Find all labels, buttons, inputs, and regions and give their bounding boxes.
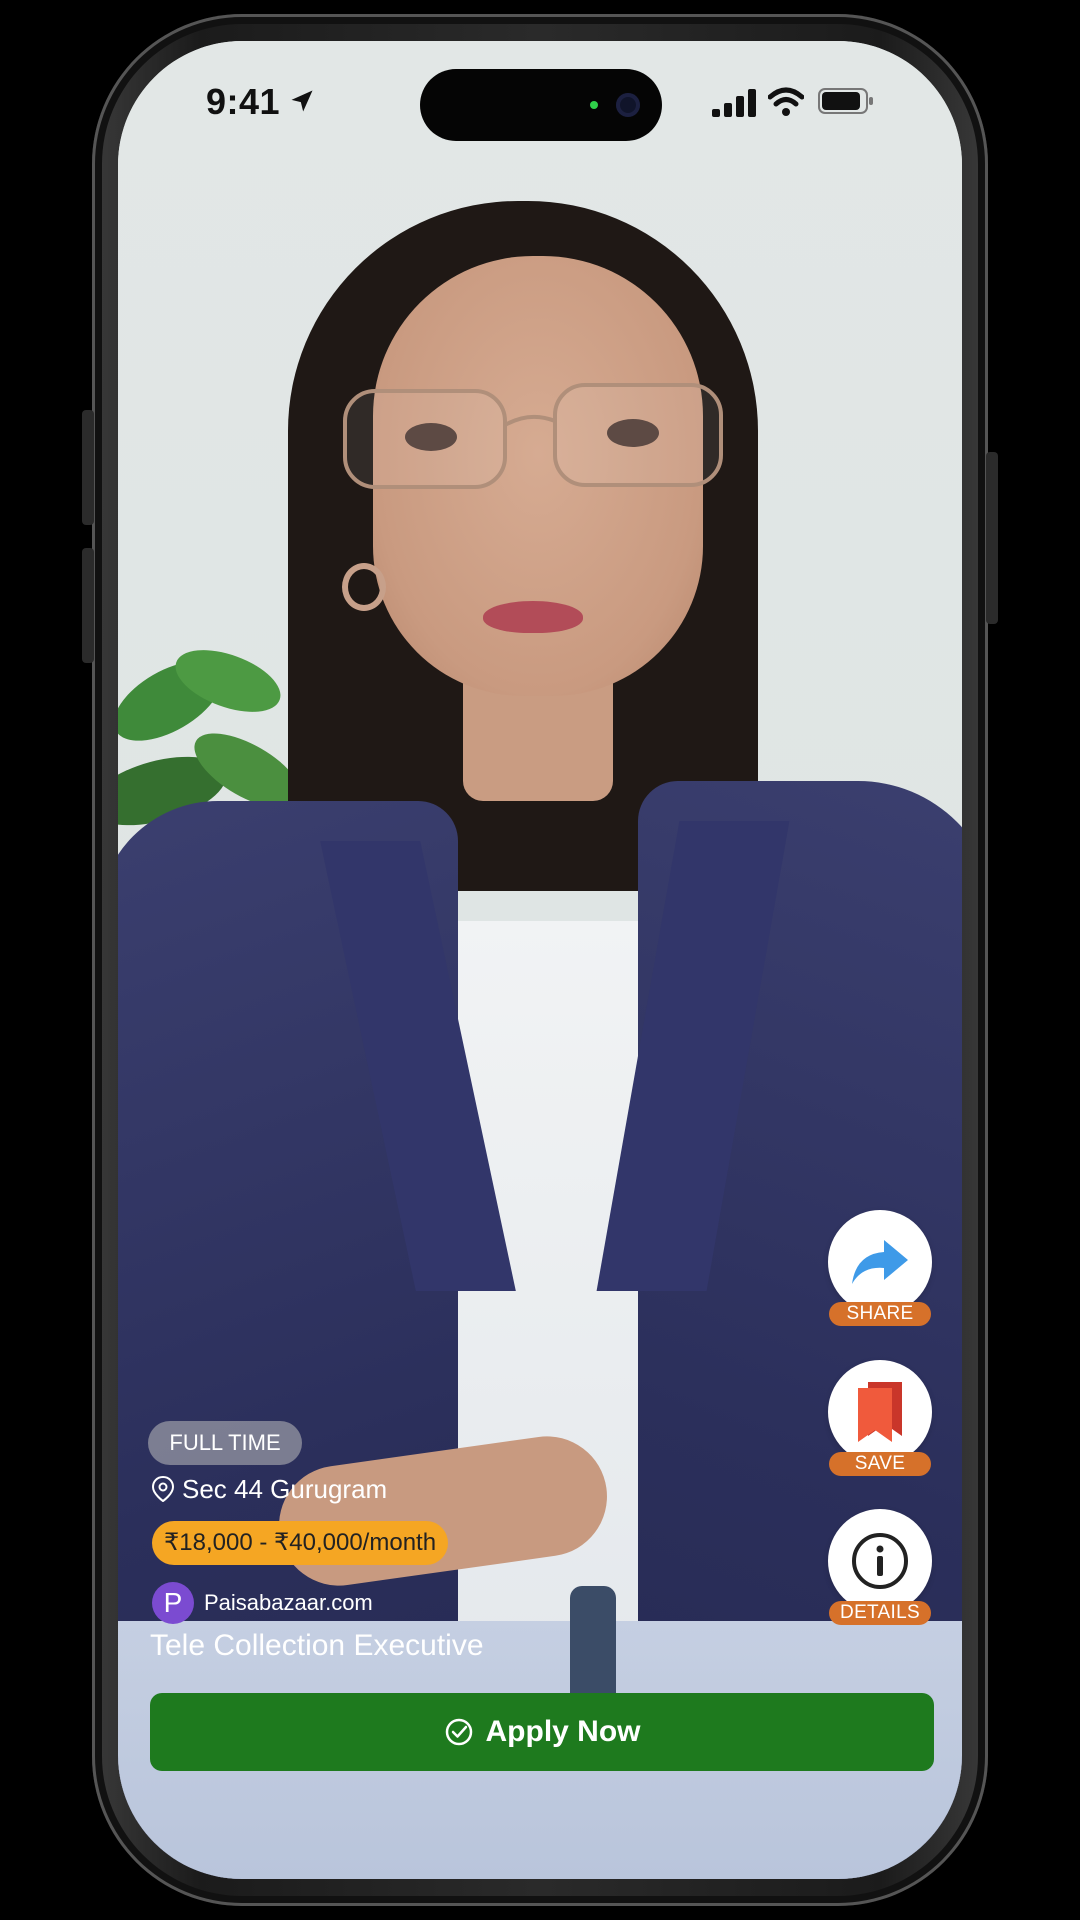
home-indicator[interactable]: [440, 1847, 640, 1855]
status-bar: 9:41: [118, 41, 962, 161]
salary-chip: ₹18,000 - ₹40,000/month: [152, 1521, 449, 1565]
share-label: SHARE: [829, 1302, 931, 1326]
wifi-icon: [768, 87, 804, 116]
bookmark-icon: [858, 1382, 902, 1442]
details-action[interactable]: DETAILS: [828, 1509, 932, 1625]
details-label: DETAILS: [829, 1601, 931, 1625]
share-action[interactable]: SHARE: [828, 1210, 932, 1326]
info-icon: [852, 1533, 908, 1589]
dynamic-island: [420, 69, 662, 141]
battery-icon: [818, 88, 873, 114]
screen: 9:41 SHARE SAVE DETAILS FULL TIME Sec 44…: [118, 41, 962, 1879]
employment-type-chip: FULL TIME: [148, 1421, 302, 1465]
share-button[interactable]: [828, 1210, 932, 1314]
volume-down-button: [82, 548, 94, 663]
power-button: [986, 452, 998, 624]
glasses-illustration: [343, 383, 723, 489]
details-button[interactable]: [828, 1509, 932, 1613]
status-time: 9:41: [206, 81, 281, 122]
location-pin-icon: [152, 1476, 174, 1502]
save-button[interactable]: [828, 1360, 932, 1464]
apply-now-button[interactable]: Apply Now: [150, 1693, 934, 1771]
check-circle-icon: [445, 1718, 472, 1746]
share-icon: [852, 1240, 908, 1284]
location-text: Sec 44 Gurugram: [182, 1473, 388, 1504]
save-action[interactable]: SAVE: [828, 1360, 932, 1476]
location-arrow-icon: [291, 90, 313, 112]
apply-now-label: Apply Now: [485, 1715, 641, 1748]
job-location: Sec 44 Gurugram: [152, 1469, 387, 1509]
signal-icon: [712, 89, 756, 117]
job-title: Tele Collection Executive: [150, 1629, 484, 1662]
save-label: SAVE: [829, 1452, 931, 1476]
volume-up-button: [82, 410, 94, 525]
company-logo: P: [152, 1582, 194, 1624]
company-row[interactable]: P Paisabazaar.com: [152, 1581, 373, 1625]
company-name[interactable]: Paisabazaar.com: [204, 1590, 373, 1616]
